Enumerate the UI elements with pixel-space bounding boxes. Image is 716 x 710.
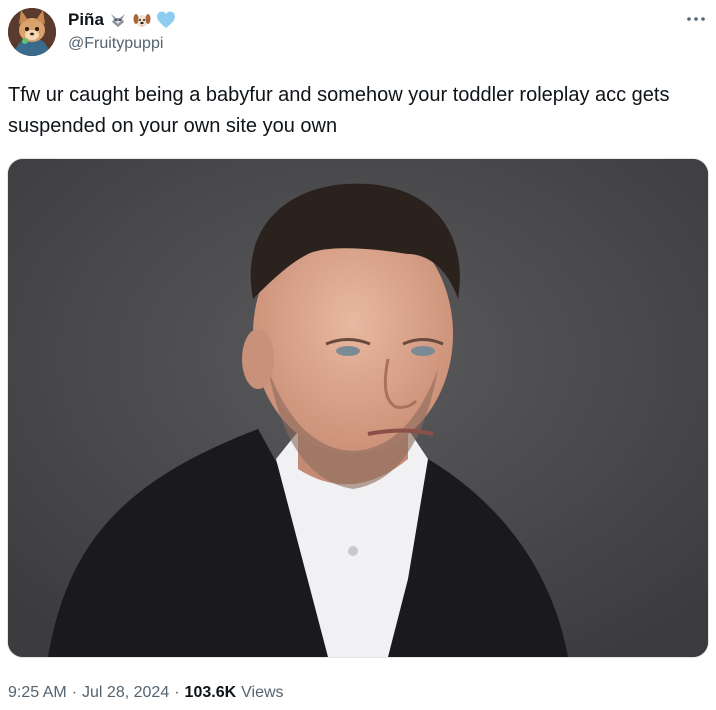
views-label: Views [241, 684, 284, 701]
author-name-row: Piña [68, 10, 176, 30]
dog-face-icon [133, 14, 151, 27]
tweet-meta: 9:25 AM · Jul 28, 2024 · 103.6K Views [8, 684, 284, 702]
more-horizontal-icon [687, 17, 705, 21]
more-options-button[interactable] [684, 10, 708, 28]
author-display-name[interactable]: Piña [68, 10, 104, 30]
author-avatar[interactable] [8, 8, 56, 56]
meta-separator: · [174, 684, 180, 701]
views-count: 103.6K [184, 684, 237, 701]
meta-separator: · [71, 684, 78, 701]
tweet-time[interactable]: 9:25 AM [8, 684, 67, 702]
tweet-photo[interactable] [7, 158, 709, 658]
tweet-date[interactable]: Jul 28, 2024 [82, 684, 169, 702]
photo-portrait [8, 159, 708, 657]
author-handle[interactable]: @Fruitypuppi [68, 35, 163, 53]
avatar-illustration [8, 8, 56, 56]
wolf-icon [110, 14, 125, 27]
light-blue-heart-icon [156, 11, 175, 28]
tweet-text: Tfw ur caught being a babyfur and someho… [8, 84, 670, 137]
